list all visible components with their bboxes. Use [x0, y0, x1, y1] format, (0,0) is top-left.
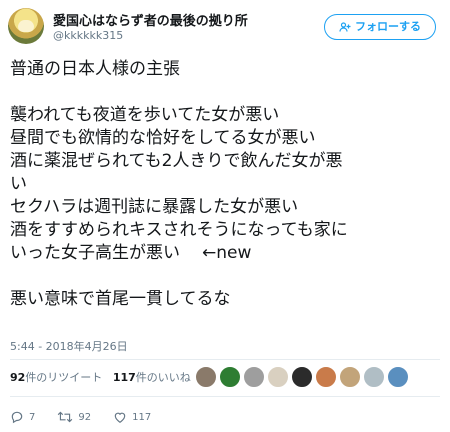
liker-avatar-6[interactable] — [315, 366, 337, 388]
follow-button-label: フォローする — [355, 20, 421, 33]
tweet-stats: 92件のリツイート 117件のいいね — [10, 369, 191, 385]
divider — [10, 396, 440, 397]
liker-avatar-1[interactable] — [195, 366, 217, 388]
heart-icon — [114, 412, 126, 423]
tweet-actions: 7 92 117 — [10, 408, 173, 426]
tweet-line: 普通の日本人様の主張 — [10, 59, 180, 79]
tweet-line: 襲われても夜道を歩いてた女が悪い — [10, 105, 280, 125]
tweet-line: 悪い意味で首尾一貫してるな — [10, 289, 231, 309]
like-stat[interactable]: 117件のいいね — [113, 371, 191, 384]
tweet-line-with-note: いった女子高生が悪い ←new — [10, 242, 440, 265]
like-count: 117 — [132, 411, 152, 423]
tweet-timestamp[interactable]: 5:44 - 2018年4月26日 — [10, 338, 128, 354]
reply-icon — [11, 411, 23, 424]
tweet-line: 酒をすすめられキスされそうになっても家に — [10, 220, 348, 240]
retweet-stat[interactable]: 92件のリツイート — [10, 371, 102, 384]
liker-avatar-8[interactable] — [363, 366, 385, 388]
like-stat-label: 件のいいね — [135, 371, 191, 384]
tweet-text: 普通の日本人様の主張 襲われても夜道を歩いてた女が悪い 昼間でも欲情的な恰好をし… — [10, 58, 440, 311]
follow-user-icon — [339, 22, 351, 32]
tweet-line: いった女子高生が悪い — [10, 243, 180, 263]
like-stat-count: 117 — [112, 371, 136, 384]
retweet-action[interactable]: 92 — [57, 410, 91, 424]
new-arrow-note: ←new — [202, 243, 252, 263]
divider — [10, 359, 440, 360]
liker-avatar-5[interactable] — [291, 366, 313, 388]
liker-avatar-2[interactable] — [219, 366, 241, 388]
retweet-stat-count: 92 — [10, 371, 26, 384]
retweet-icon — [58, 411, 73, 423]
liker-avatars — [195, 366, 409, 388]
liker-avatar-7[interactable] — [339, 366, 361, 388]
liker-avatar-4[interactable] — [267, 366, 289, 388]
user-avatar[interactable] — [8, 8, 44, 44]
screen-name[interactable]: @kkkkkk315 — [53, 29, 123, 42]
liker-avatar-9[interactable] — [387, 366, 409, 388]
tweet-line: セクハラは週刊誌に暴露した女が悪い — [10, 197, 299, 217]
display-name[interactable]: 愛国心はならず者の最後の拠り所 — [53, 10, 248, 29]
liker-avatar-3[interactable] — [243, 366, 265, 388]
tweet-header: 愛国心はならず者の最後の拠り所 @kkkkkk315 フォローする — [8, 6, 442, 46]
retweet-stat-label: 件のリツイート — [25, 371, 103, 384]
tweet-line: 昼間でも欲情的な恰好をしてる女が悪い — [10, 128, 316, 148]
follow-button[interactable]: フォローする — [324, 14, 436, 40]
reply-count: 7 — [29, 411, 36, 423]
reply-action[interactable]: 7 — [10, 410, 35, 424]
tweet-line: い — [10, 174, 27, 194]
retweet-count: 92 — [78, 411, 92, 423]
tweet-line: 酒に薬混ぜられても2人きりで飲んだ女が悪 — [10, 151, 343, 171]
like-action[interactable]: 117 — [113, 410, 151, 424]
